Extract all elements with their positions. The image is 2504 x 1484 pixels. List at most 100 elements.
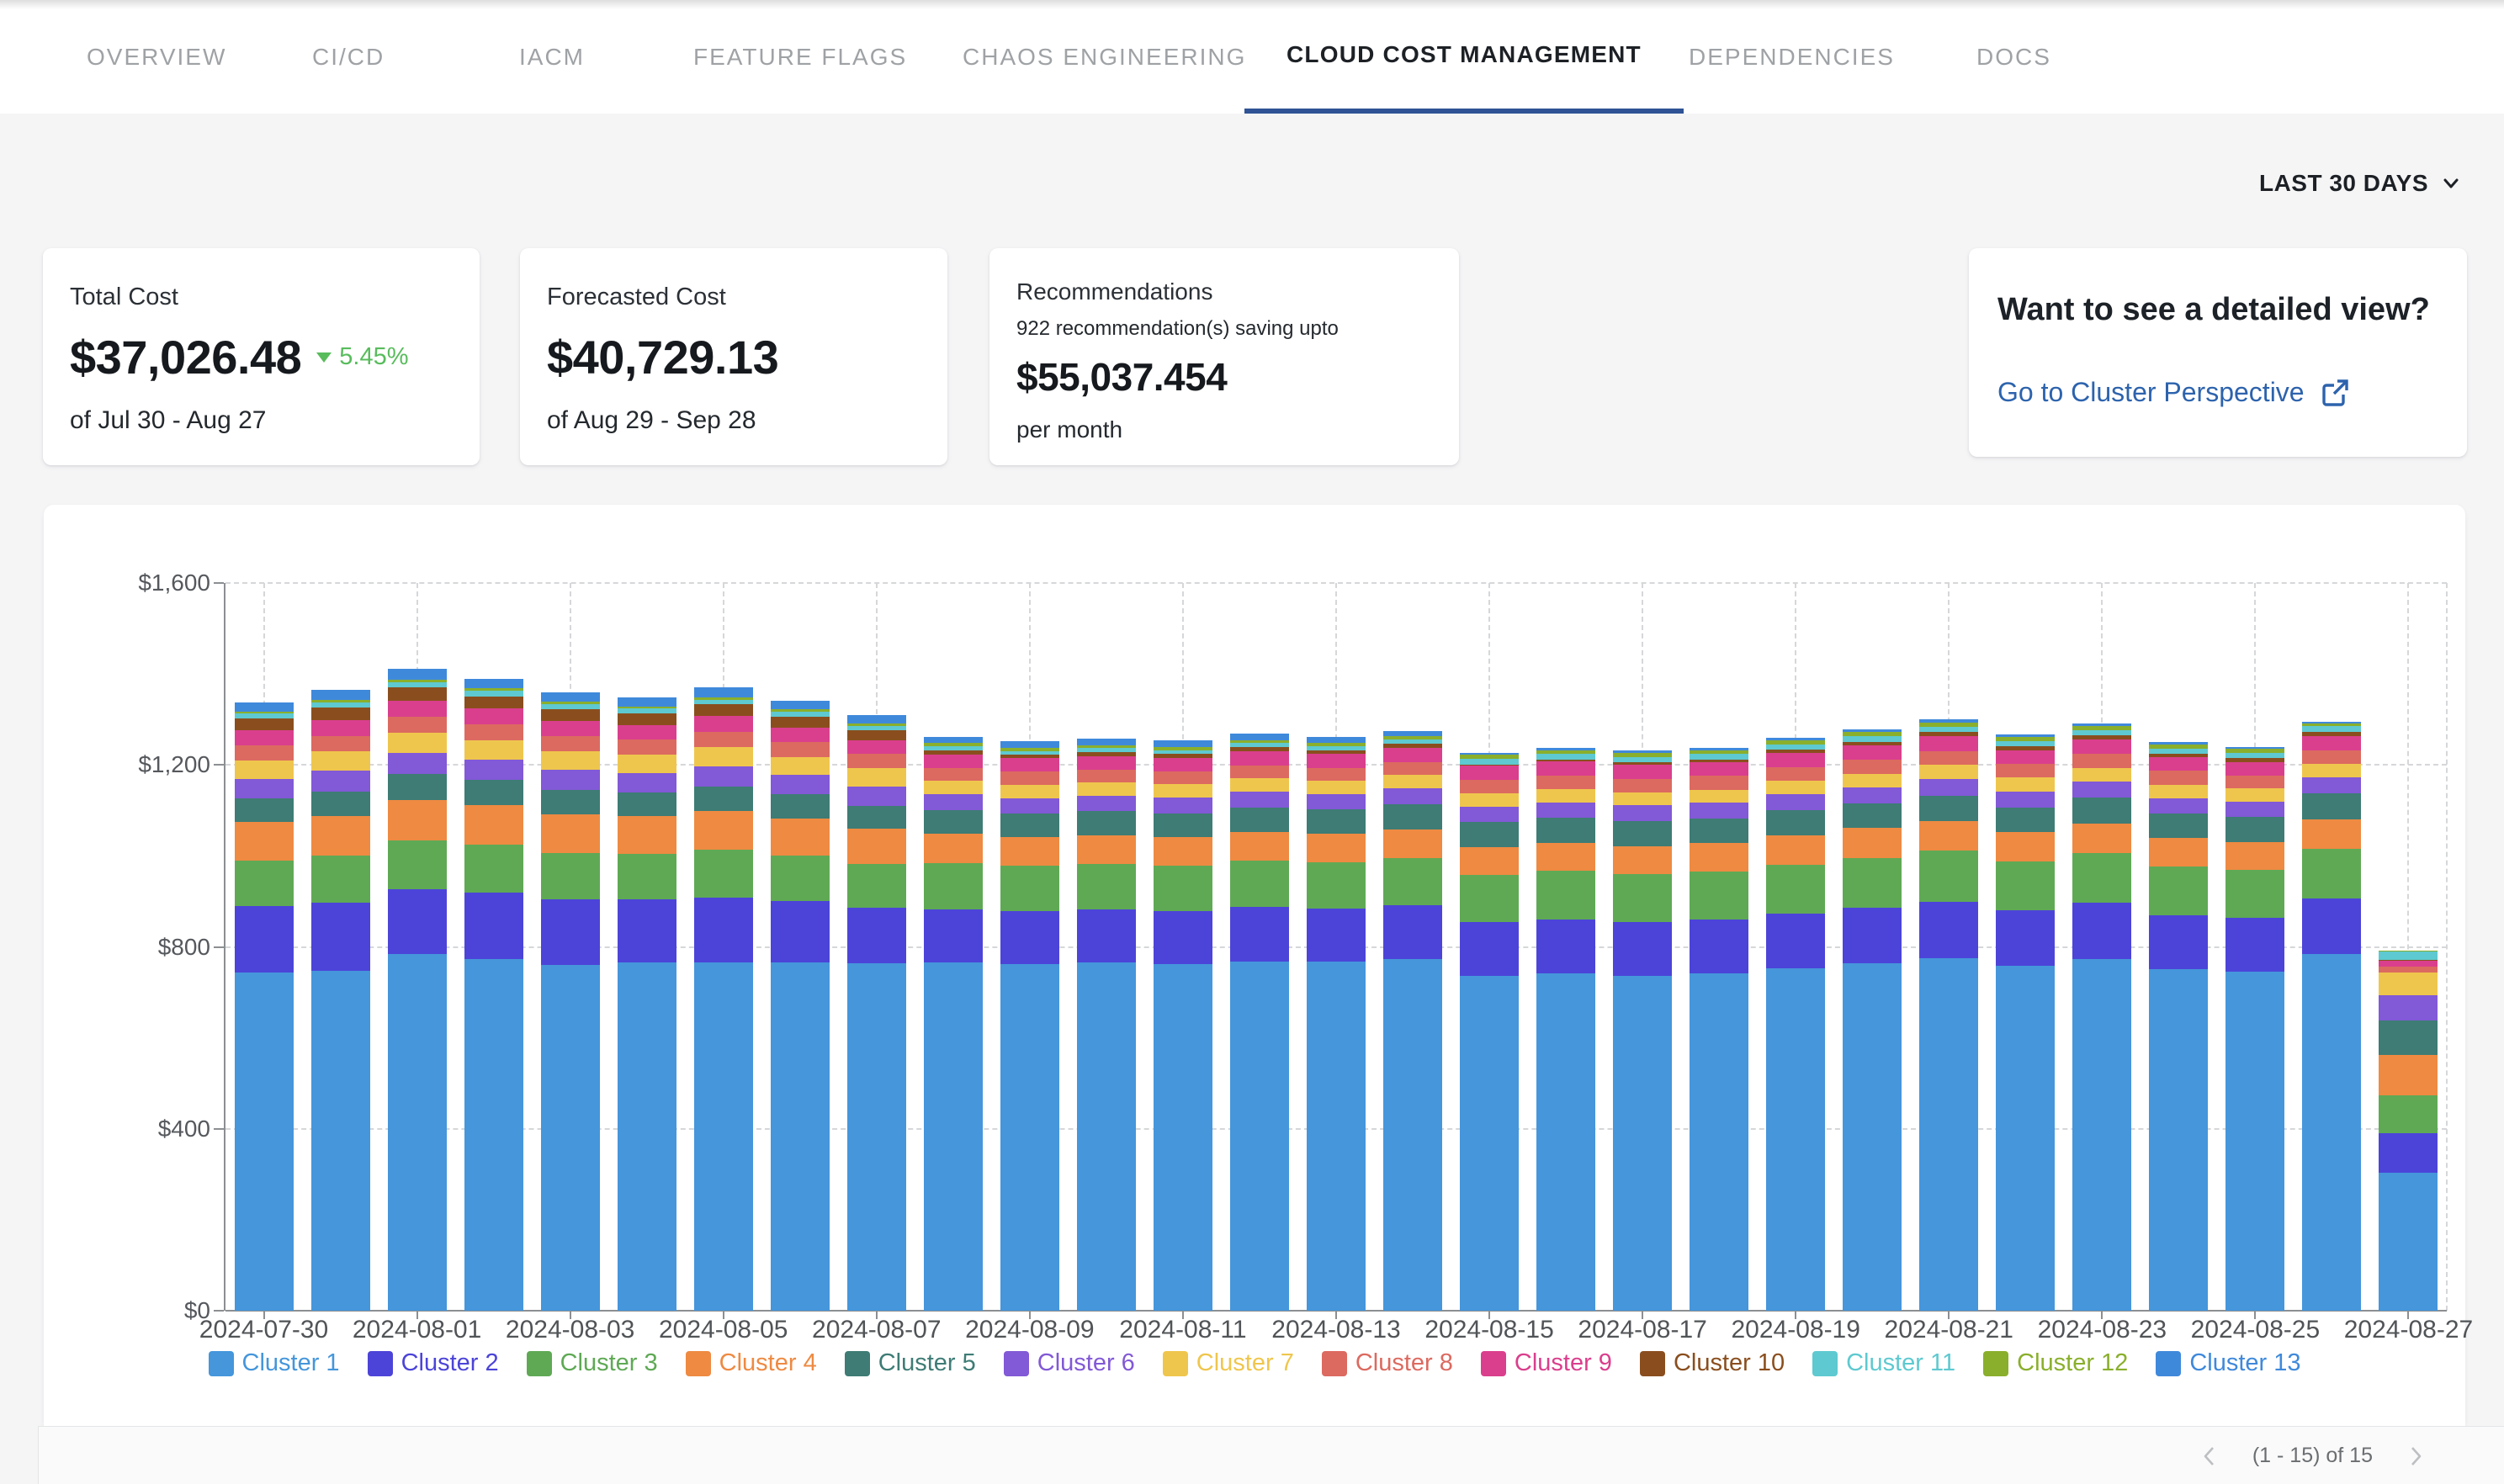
bar-segment-cluster-2[interactable] (2379, 1133, 2438, 1174)
bar-segment-cluster-3[interactable] (1690, 872, 1748, 920)
bar-segment-cluster-7[interactable] (1843, 774, 1902, 787)
bar-segment-cluster-1[interactable] (2072, 959, 2131, 1311)
bar-segment-cluster-5[interactable] (1154, 814, 1212, 837)
bar-segment-cluster-5[interactable] (235, 798, 294, 822)
bar-segment-cluster-4[interactable] (541, 814, 600, 852)
bar-segment-cluster-5[interactable] (618, 792, 676, 816)
bar-segment-cluster-3[interactable] (618, 854, 676, 899)
tab-iacm[interactable]: IACM (477, 0, 627, 114)
bar-segment-cluster-6[interactable] (1230, 792, 1289, 808)
stacked-bar-2024-08-17[interactable] (1613, 750, 1672, 1311)
bar-segment-cluster-7[interactable] (235, 761, 294, 779)
legend-item-cluster-11[interactable]: Cluster 11 (1812, 1349, 1955, 1377)
bar-segment-cluster-3[interactable] (1766, 865, 1825, 914)
bar-segment-cluster-9[interactable] (847, 740, 906, 754)
bar-segment-cluster-2[interactable] (1307, 909, 1366, 962)
bar-segment-cluster-9[interactable] (1077, 756, 1136, 770)
stacked-bar-2024-08-18[interactable] (1690, 748, 1748, 1311)
bar-segment-cluster-7[interactable] (694, 747, 753, 766)
bar-segment-cluster-7[interactable] (847, 768, 906, 787)
bar-segment-cluster-1[interactable] (1536, 973, 1595, 1311)
bar-segment-cluster-9[interactable] (1766, 753, 1825, 767)
bar-segment-cluster-8[interactable] (1919, 751, 1978, 766)
bar-segment-cluster-3[interactable] (1000, 866, 1059, 911)
bar-segment-cluster-4[interactable] (2149, 838, 2208, 867)
bar-segment-cluster-5[interactable] (1613, 821, 1672, 846)
bar-segment-cluster-6[interactable] (1996, 792, 2055, 808)
bar-segment-cluster-8[interactable] (694, 732, 753, 747)
bar-segment-cluster-13[interactable] (1154, 740, 1212, 747)
bar-segment-cluster-6[interactable] (1843, 787, 1902, 803)
bar-segment-cluster-2[interactable] (771, 901, 830, 962)
bar-segment-cluster-5[interactable] (1843, 803, 1902, 829)
bar-segment-cluster-3[interactable] (1919, 851, 1978, 902)
bar-segment-cluster-4[interactable] (1077, 835, 1136, 864)
bar-segment-cluster-8[interactable] (847, 754, 906, 767)
stacked-bar-2024-08-04[interactable] (618, 697, 676, 1311)
bar-segment-cluster-3[interactable] (311, 856, 370, 902)
stacked-bar-2024-08-27[interactable] (2379, 951, 2438, 1311)
bar-segment-cluster-2[interactable] (1613, 922, 1672, 976)
bar-segment-cluster-5[interactable] (1460, 822, 1519, 847)
stacked-bar-2024-07-31[interactable] (311, 690, 370, 1311)
bar-segment-cluster-1[interactable] (1000, 964, 1059, 1311)
bar-segment-cluster-1[interactable] (2302, 954, 2361, 1311)
bar-segment-cluster-9[interactable] (618, 725, 676, 739)
bar-segment-cluster-2[interactable] (1154, 911, 1212, 964)
legend-item-cluster-13[interactable]: Cluster 13 (2156, 1349, 2300, 1377)
bar-segment-cluster-5[interactable] (694, 787, 753, 811)
bar-segment-cluster-1[interactable] (388, 954, 447, 1311)
stacked-bar-2024-08-20[interactable] (1843, 729, 1902, 1311)
bar-segment-cluster-5[interactable] (1307, 809, 1366, 834)
bar-segment-cluster-9[interactable] (1613, 765, 1672, 778)
bar-segment-cluster-10[interactable] (694, 704, 753, 716)
bar-segment-cluster-5[interactable] (1996, 808, 2055, 833)
bar-segment-cluster-8[interactable] (541, 736, 600, 751)
bar-segment-cluster-10[interactable] (541, 709, 600, 721)
bar-segment-cluster-10[interactable] (847, 730, 906, 740)
bar-segment-cluster-9[interactable] (1996, 750, 2055, 765)
bar-segment-cluster-1[interactable] (1383, 959, 1442, 1311)
bar-segment-cluster-13[interactable] (464, 679, 523, 689)
bar-segment-cluster-8[interactable] (1460, 780, 1519, 793)
bar-segment-cluster-2[interactable] (541, 899, 600, 964)
bar-segment-cluster-5[interactable] (924, 810, 983, 834)
stacked-bar-2024-08-03[interactable] (541, 692, 600, 1311)
stacked-bar-2024-08-16[interactable] (1536, 748, 1595, 1311)
bar-segment-cluster-1[interactable] (1919, 958, 1978, 1311)
time-range-dropdown[interactable]: LAST 30 DAYS (2259, 165, 2462, 202)
bar-segment-cluster-4[interactable] (1766, 835, 1825, 865)
bar-segment-cluster-10[interactable] (464, 697, 523, 709)
bar-segment-cluster-2[interactable] (2149, 915, 2208, 969)
stacked-bar-2024-08-22[interactable] (1996, 734, 2055, 1312)
bar-segment-cluster-6[interactable] (924, 794, 983, 809)
bar-segment-cluster-11[interactable] (2379, 951, 2438, 960)
bar-segment-cluster-5[interactable] (771, 794, 830, 818)
bar-segment-cluster-4[interactable] (1154, 837, 1212, 866)
bar-segment-cluster-4[interactable] (2225, 842, 2284, 871)
bar-segment-cluster-1[interactable] (1766, 968, 1825, 1311)
bar-segment-cluster-3[interactable] (388, 840, 447, 889)
bar-segment-cluster-5[interactable] (1690, 819, 1748, 844)
bar-segment-cluster-9[interactable] (1307, 754, 1366, 767)
bar-segment-cluster-6[interactable] (1613, 805, 1672, 820)
bar-segment-cluster-7[interactable] (311, 751, 370, 771)
bar-segment-cluster-4[interactable] (464, 805, 523, 844)
bar-segment-cluster-4[interactable] (235, 822, 294, 861)
bar-segment-cluster-8[interactable] (1766, 767, 1825, 781)
bar-segment-cluster-7[interactable] (2149, 785, 2208, 798)
bar-segment-cluster-2[interactable] (618, 899, 676, 963)
legend-item-cluster-3[interactable]: Cluster 3 (527, 1349, 658, 1377)
bar-segment-cluster-5[interactable] (1919, 796, 1978, 821)
stacked-bar-2024-08-15[interactable] (1460, 753, 1519, 1311)
legend-item-cluster-2[interactable]: Cluster 2 (368, 1349, 499, 1377)
bar-segment-cluster-8[interactable] (1307, 768, 1366, 781)
bar-segment-cluster-9[interactable] (1536, 761, 1595, 776)
bar-segment-cluster-2[interactable] (464, 893, 523, 958)
bar-segment-cluster-1[interactable] (694, 962, 753, 1311)
bar-segment-cluster-1[interactable] (924, 962, 983, 1311)
bar-segment-cluster-7[interactable] (1690, 790, 1748, 803)
stacked-bar-2024-08-26[interactable] (2302, 721, 2361, 1311)
bar-segment-cluster-6[interactable] (2225, 802, 2284, 817)
bar-segment-cluster-6[interactable] (618, 773, 676, 792)
